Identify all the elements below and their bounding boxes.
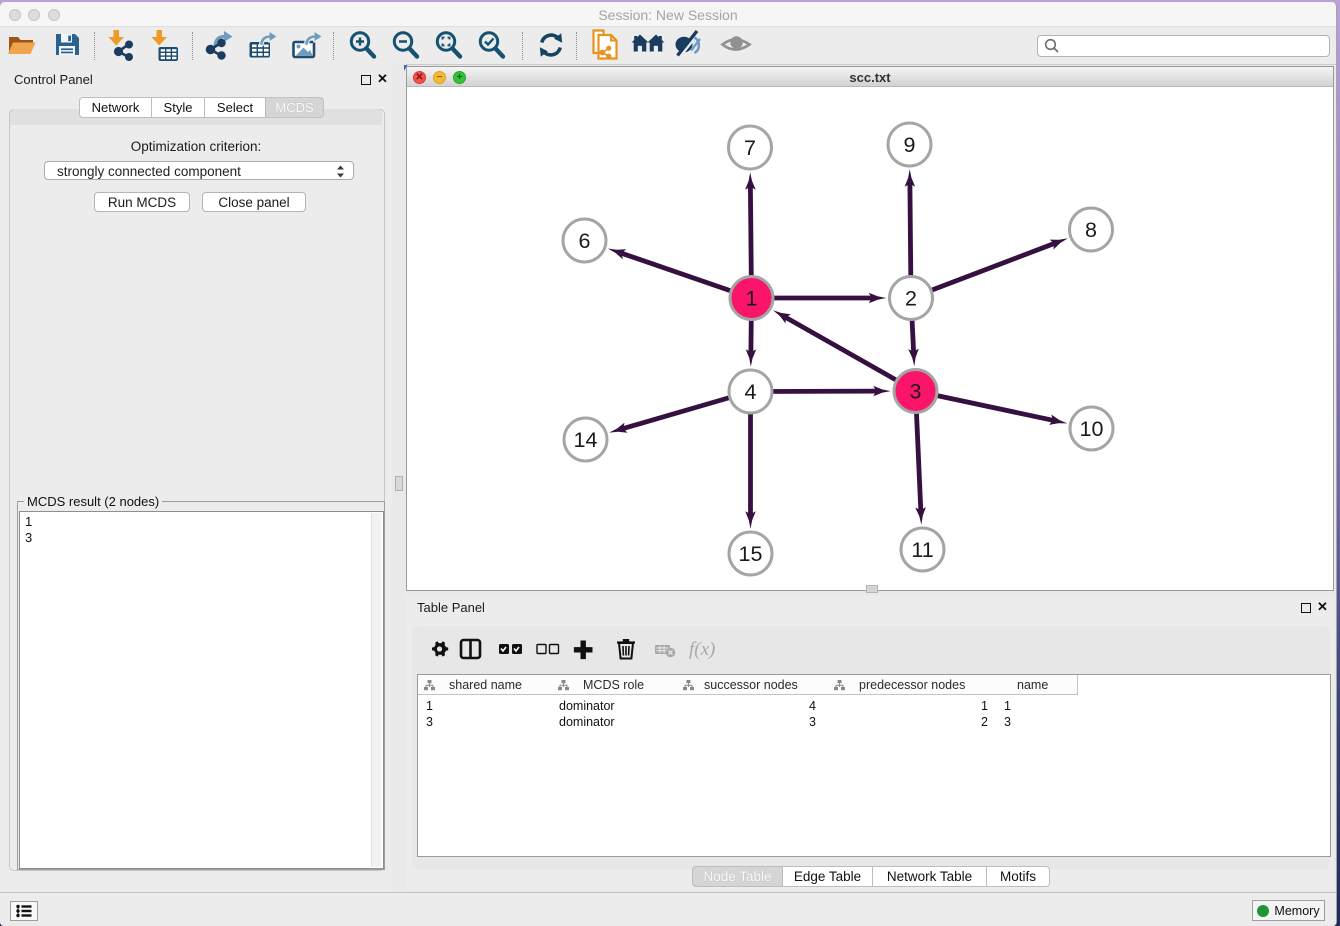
svg-text:3: 3: [910, 380, 922, 404]
svg-text:15: 15: [739, 542, 763, 566]
svg-text:9: 9: [904, 133, 916, 157]
svg-text:7: 7: [744, 136, 756, 160]
svg-text:10: 10: [1080, 417, 1104, 441]
svg-text:1: 1: [746, 287, 758, 311]
svg-text:4: 4: [745, 380, 757, 404]
svg-text:11: 11: [911, 538, 933, 562]
svg-text:6: 6: [579, 229, 591, 253]
svg-text:2: 2: [905, 287, 917, 311]
svg-text:14: 14: [574, 428, 598, 452]
svg-text:f(x): f(x): [689, 639, 715, 660]
svg-text:8: 8: [1085, 218, 1097, 242]
